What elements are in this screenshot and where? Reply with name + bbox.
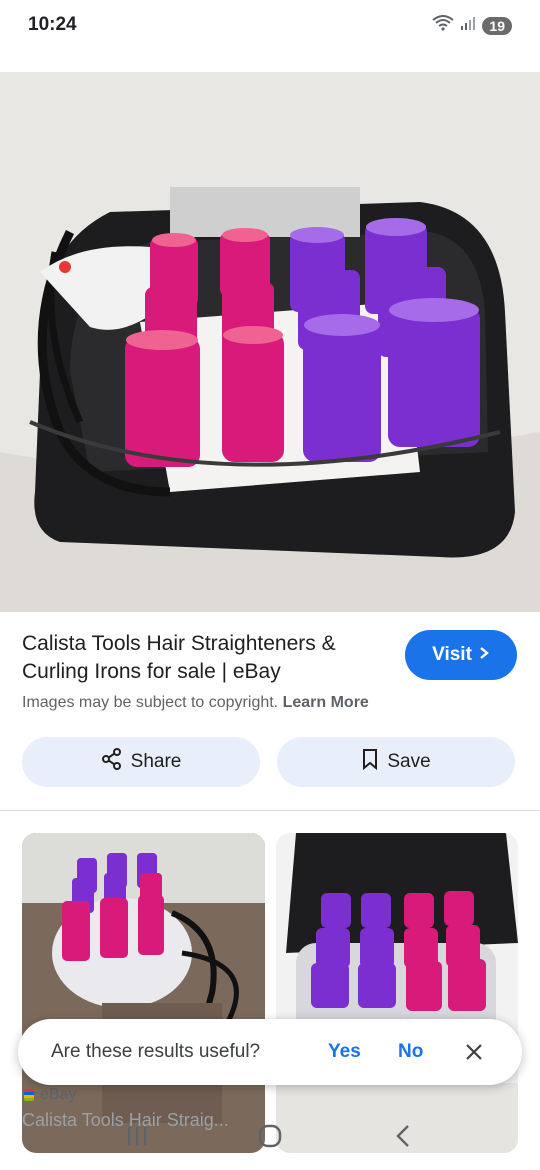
back-icon[interactable]: [383, 1116, 423, 1156]
bookmark-icon: [361, 748, 379, 776]
signal-icon: [460, 15, 476, 36]
hair-rollers-set-image[interactable]: [0, 72, 540, 612]
visit-button[interactable]: Visit: [405, 630, 517, 680]
status-time: 10:24: [28, 14, 77, 35]
related-source-label: eBay: [40, 1086, 77, 1103]
feedback-yes-button[interactable]: Yes: [328, 1041, 361, 1063]
close-icon[interactable]: [462, 1040, 486, 1064]
wifi-icon: [432, 15, 455, 36]
copyright-notice: Images may be subject to copyright. Lear…: [22, 694, 369, 712]
save-label: Save: [387, 751, 431, 772]
copyright-text: Images may be subject to copyright.: [22, 694, 279, 711]
status-icons: 19: [432, 15, 512, 36]
chevron-right-icon: [478, 644, 490, 666]
learn-more-link[interactable]: Learn More: [283, 694, 369, 711]
related-image-right[interactable]: [276, 833, 518, 1153]
feedback-prompt: Are these results useful? Yes No: [18, 1019, 522, 1085]
home-icon[interactable]: [250, 1116, 290, 1156]
share-button[interactable]: Share: [22, 737, 260, 787]
related-source: eBay: [24, 1086, 76, 1104]
section-divider: [0, 810, 540, 811]
related-image-left[interactable]: [22, 833, 265, 1153]
share-icon: [101, 748, 123, 776]
battery-icon: 19: [482, 16, 512, 35]
status-bar: 10:24 19: [0, 0, 540, 52]
visit-label: Visit: [432, 644, 472, 665]
save-button[interactable]: Save: [277, 737, 515, 787]
system-nav-bar: [0, 1112, 540, 1160]
share-label: Share: [130, 751, 182, 772]
result-title[interactable]: Calista Tools Hair Straighteners & Curli…: [22, 630, 392, 686]
ebay-favicon: [24, 1089, 34, 1101]
feedback-no-button[interactable]: No: [398, 1041, 423, 1063]
feedback-question: Are these results useful?: [51, 1041, 261, 1062]
recent-apps-icon[interactable]: [117, 1116, 157, 1156]
